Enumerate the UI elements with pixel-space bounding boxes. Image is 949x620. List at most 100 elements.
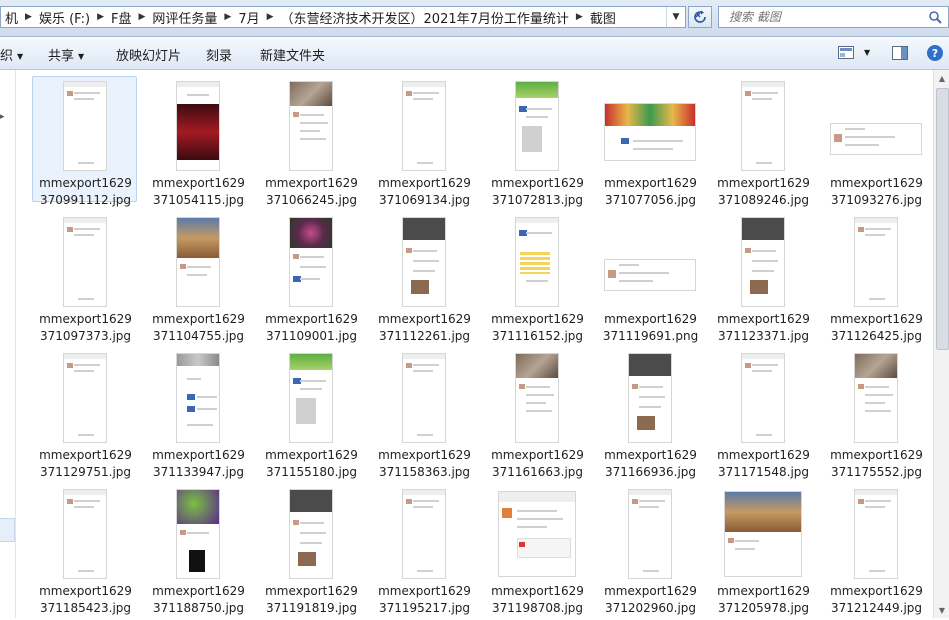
breadcrumb-arrow-icon[interactable]: ▶ bbox=[22, 12, 35, 22]
file-thumbnail[interactable] bbox=[288, 217, 333, 307]
scroll-down-icon[interactable]: ▼ bbox=[934, 602, 949, 618]
change-view-button[interactable]: ▼ bbox=[838, 46, 870, 59]
file-item[interactable]: mmexport1629 371133947.jpg bbox=[145, 348, 250, 479]
file-item[interactable]: mmexport1629 371158363.jpg bbox=[371, 348, 476, 479]
help-button[interactable]: ? bbox=[927, 45, 943, 61]
file-name[interactable]: mmexport1629 371161663.jpg bbox=[485, 447, 590, 481]
file-item[interactable]: mmexport1629 371097373.jpg bbox=[32, 212, 137, 343]
file-name[interactable]: mmexport1629 370991112.jpg bbox=[33, 175, 138, 209]
nav-expand-icon[interactable]: ▸ bbox=[0, 112, 5, 122]
file-thumbnail[interactable] bbox=[627, 489, 672, 579]
preview-pane-button[interactable] bbox=[892, 46, 908, 63]
file-thumbnail[interactable] bbox=[829, 123, 922, 155]
file-thumbnail[interactable] bbox=[62, 489, 107, 579]
file-thumbnail[interactable] bbox=[497, 491, 576, 577]
organize-button[interactable]: 织 ▼ bbox=[0, 45, 23, 64]
file-item[interactable]: mmexport1629 371166936.jpg bbox=[597, 348, 702, 479]
file-thumbnail[interactable] bbox=[401, 81, 446, 171]
file-thumbnail[interactable] bbox=[288, 81, 333, 171]
file-item[interactable]: mmexport1629 371155180.jpg bbox=[258, 348, 363, 479]
file-name[interactable]: mmexport1629 371171548.jpg bbox=[711, 447, 816, 481]
search-input[interactable] bbox=[727, 9, 926, 25]
file-item[interactable]: mmexport1629 371072813.jpg bbox=[484, 76, 589, 207]
file-item[interactable]: mmexport1629 371175552.jpg bbox=[823, 348, 928, 479]
file-item[interactable]: mmexport1629 371123371.jpg bbox=[710, 212, 815, 343]
file-thumbnail[interactable] bbox=[62, 353, 107, 443]
file-item[interactable]: mmexport1629 371205978.jpg bbox=[710, 484, 815, 615]
file-name[interactable]: mmexport1629 371066245.jpg bbox=[259, 175, 364, 209]
file-thumbnail[interactable] bbox=[627, 353, 672, 443]
file-thumbnail[interactable] bbox=[401, 353, 446, 443]
breadcrumb-folder-f[interactable]: F盘 bbox=[107, 8, 135, 27]
vertical-scrollbar[interactable]: ▲ ▼ bbox=[933, 70, 949, 618]
file-name[interactable]: mmexport1629 371166936.jpg bbox=[598, 447, 703, 481]
file-thumbnail[interactable] bbox=[175, 489, 220, 579]
file-thumbnail[interactable] bbox=[853, 353, 898, 443]
slideshow-button[interactable]: 放映幻灯片 bbox=[116, 45, 181, 64]
file-name[interactable]: mmexport1629 371089246.jpg bbox=[711, 175, 816, 209]
search-box[interactable] bbox=[718, 6, 949, 28]
file-thumbnail[interactable] bbox=[62, 217, 107, 307]
file-item[interactable]: mmexport1629 371191819.jpg bbox=[258, 484, 363, 615]
breadcrumb-arrow-icon[interactable]: ▶ bbox=[573, 12, 586, 22]
file-name[interactable]: mmexport1629 371077056.jpg bbox=[598, 175, 703, 209]
file-item[interactable]: mmexport1629 371069134.jpg bbox=[371, 76, 476, 207]
file-thumbnail[interactable] bbox=[175, 217, 220, 307]
refresh-button[interactable] bbox=[688, 6, 712, 28]
file-thumbnail[interactable] bbox=[740, 217, 785, 307]
file-name[interactable]: mmexport1629 371119691.png bbox=[598, 311, 703, 345]
file-name[interactable]: mmexport1629 371069134.jpg bbox=[372, 175, 477, 209]
file-name[interactable]: mmexport1629 371188750.jpg bbox=[146, 583, 251, 617]
file-name[interactable]: mmexport1629 371212449.jpg bbox=[824, 583, 929, 617]
file-thumbnail[interactable] bbox=[723, 491, 802, 577]
file-item[interactable]: mmexport1629 371185423.jpg bbox=[32, 484, 137, 615]
file-thumbnail[interactable] bbox=[740, 81, 785, 171]
file-list[interactable]: mmexport1629 370991112.jpg mmexport1629 371… bbox=[16, 70, 933, 618]
file-name[interactable]: mmexport1629 371126425.jpg bbox=[824, 311, 929, 345]
file-item[interactable]: mmexport1629 371089246.jpg bbox=[710, 76, 815, 207]
navigation-pane[interactable]: ▸ bbox=[0, 70, 16, 618]
file-name[interactable]: mmexport1629 371123371.jpg bbox=[711, 311, 816, 345]
file-item[interactable]: mmexport1629 371198708.jpg bbox=[484, 484, 589, 615]
file-name[interactable]: mmexport1629 371191819.jpg bbox=[259, 583, 364, 617]
breadcrumb-arrow-icon[interactable]: ▶ bbox=[135, 12, 148, 22]
breadcrumb-folder-task[interactable]: 网评任务量 bbox=[148, 8, 221, 27]
file-thumbnail[interactable] bbox=[62, 81, 107, 171]
scroll-up-icon[interactable]: ▲ bbox=[934, 70, 949, 86]
burn-button[interactable]: 刻录 bbox=[206, 45, 232, 64]
address-bar[interactable]: 机 ▶ 娱乐 (F:) ▶ F盘 ▶ 网评任务量 ▶ 7月 ▶ （东营经济技术开… bbox=[0, 6, 686, 28]
chevron-down-icon[interactable]: ▼ bbox=[864, 48, 870, 57]
file-item[interactable]: mmexport1629 371066245.jpg bbox=[258, 76, 363, 207]
file-name[interactable]: mmexport1629 371054115.jpg bbox=[146, 175, 251, 209]
file-thumbnail[interactable] bbox=[514, 217, 559, 307]
file-thumbnail[interactable] bbox=[514, 353, 559, 443]
breadcrumb-arrow-icon[interactable]: ▶ bbox=[221, 12, 234, 22]
breadcrumb-arrow-icon[interactable]: ▶ bbox=[94, 12, 107, 22]
file-thumbnail[interactable] bbox=[853, 489, 898, 579]
file-name[interactable]: mmexport1629 371195217.jpg bbox=[372, 583, 477, 617]
file-thumbnail[interactable] bbox=[175, 81, 220, 171]
file-name[interactable]: mmexport1629 371155180.jpg bbox=[259, 447, 364, 481]
file-thumbnail[interactable] bbox=[401, 217, 446, 307]
file-thumbnail[interactable] bbox=[288, 489, 333, 579]
file-thumbnail[interactable] bbox=[740, 353, 785, 443]
breadcrumb-computer[interactable]: 机 bbox=[1, 8, 22, 27]
file-item[interactable]: mmexport1629 371109001.jpg bbox=[258, 212, 363, 343]
file-item[interactable]: mmexport1629 371112261.jpg bbox=[371, 212, 476, 343]
file-name[interactable]: mmexport1629 371202960.jpg bbox=[598, 583, 703, 617]
file-name[interactable]: mmexport1629 371158363.jpg bbox=[372, 447, 477, 481]
file-name[interactable]: mmexport1629 371104755.jpg bbox=[146, 311, 251, 345]
file-item[interactable]: mmexport1629 371171548.jpg bbox=[710, 348, 815, 479]
file-item[interactable]: mmexport1629 371077056.jpg bbox=[597, 76, 702, 207]
file-item[interactable]: mmexport1629 371093276.jpg bbox=[823, 76, 928, 207]
file-name[interactable]: mmexport1629 371175552.jpg bbox=[824, 447, 929, 481]
file-thumbnail[interactable] bbox=[175, 353, 220, 443]
share-button[interactable]: 共享 ▼ bbox=[48, 45, 84, 64]
file-name[interactable]: mmexport1629 371129751.jpg bbox=[33, 447, 138, 481]
file-thumbnail[interactable] bbox=[603, 103, 696, 161]
breadcrumb-folder-july[interactable]: 7月 bbox=[234, 8, 263, 27]
nav-selected-item[interactable] bbox=[0, 518, 15, 542]
file-name[interactable]: mmexport1629 371205978.jpg bbox=[711, 583, 816, 617]
file-name[interactable]: mmexport1629 371093276.jpg bbox=[824, 175, 929, 209]
file-thumbnail[interactable] bbox=[514, 81, 559, 171]
